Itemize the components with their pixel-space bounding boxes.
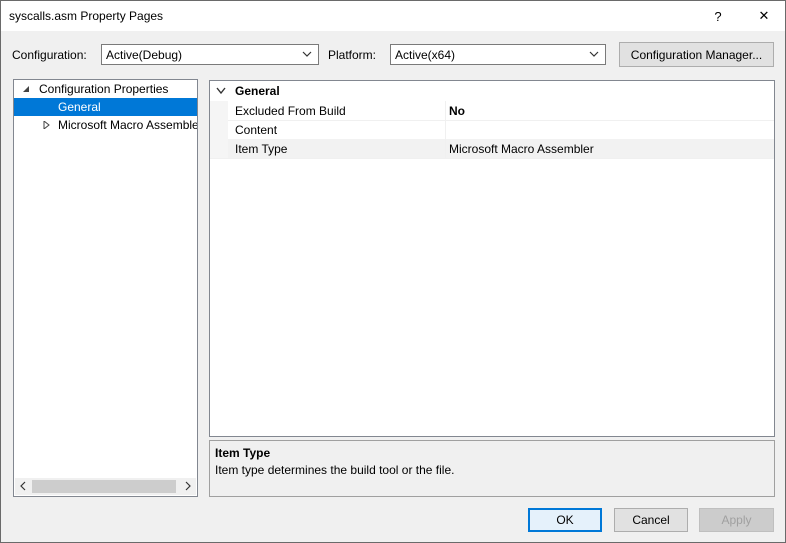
tree-item-label: General: [58, 100, 101, 114]
platform-dropdown[interactable]: Active(x64): [390, 44, 606, 65]
tree-item-general[interactable]: General: [14, 98, 197, 116]
configuration-dropdown[interactable]: Active(Debug): [101, 44, 319, 65]
category-label: General: [235, 84, 280, 98]
expanded-triangle-icon[interactable]: [22, 85, 30, 93]
property-row-content[interactable]: Content: [210, 120, 774, 140]
window-title: syscalls.asm Property Pages: [9, 9, 164, 23]
property-pages-dialog: syscalls.asm Property Pages ? ✕ Configur…: [0, 0, 786, 543]
row-gutter: [210, 139, 228, 158]
column-separator: [445, 101, 446, 120]
cancel-button[interactable]: Cancel: [614, 508, 688, 532]
tree-item-microsoft-macro-assembler[interactable]: Microsoft Macro Assembler: [14, 116, 197, 134]
collapsed-triangle-icon[interactable]: [42, 121, 50, 129]
chevron-down-icon: [589, 51, 599, 57]
property-row-excluded-from-build[interactable]: Excluded From Build No: [210, 101, 774, 121]
title-bar: syscalls.asm Property Pages ? ✕: [1, 1, 785, 31]
row-gutter: [210, 101, 228, 120]
configuration-value: Active(Debug): [106, 48, 183, 62]
configuration-manager-button[interactable]: Configuration Manager...: [619, 42, 774, 67]
property-name: Item Type: [235, 142, 288, 156]
property-row-item-type[interactable]: Item Type Microsoft Macro Assembler: [210, 139, 774, 159]
property-grid: General Excluded From Build No Content I…: [209, 80, 775, 437]
horizontal-scrollbar[interactable]: [15, 478, 196, 495]
configuration-label: Configuration:: [12, 48, 87, 62]
property-value[interactable]: No: [449, 104, 465, 118]
close-button[interactable]: ✕: [745, 1, 783, 31]
column-separator: [445, 139, 446, 158]
apply-button[interactable]: Apply: [699, 508, 774, 532]
property-name: Content: [235, 123, 278, 137]
ok-button[interactable]: OK: [528, 508, 602, 532]
property-tree: Configuration Properties General Microso…: [13, 79, 198, 497]
platform-label: Platform:: [328, 48, 377, 62]
property-name: Excluded From Build: [235, 104, 346, 118]
column-separator: [445, 120, 446, 139]
description-text: Item type determines the build tool or t…: [215, 463, 455, 477]
scrollbar-thumb[interactable]: [32, 480, 176, 493]
property-value[interactable]: Microsoft Macro Assembler: [449, 142, 594, 156]
scroll-right-icon[interactable]: [183, 481, 193, 491]
row-gutter: [210, 120, 228, 139]
description-title: Item Type: [215, 446, 271, 460]
tree-item-label: Configuration Properties: [39, 82, 169, 96]
chevron-down-icon[interactable]: [216, 87, 226, 95]
chevron-down-icon: [302, 51, 312, 57]
platform-value: Active(x64): [395, 48, 456, 62]
category-header-general[interactable]: General: [210, 81, 774, 101]
help-button[interactable]: ?: [699, 1, 737, 31]
tree-item-label: Microsoft Macro Assembler: [58, 118, 198, 132]
description-panel: Item Type Item type determines the build…: [209, 440, 775, 497]
tree-item-configuration-properties[interactable]: Configuration Properties: [14, 80, 197, 98]
scroll-left-icon[interactable]: [18, 481, 28, 491]
